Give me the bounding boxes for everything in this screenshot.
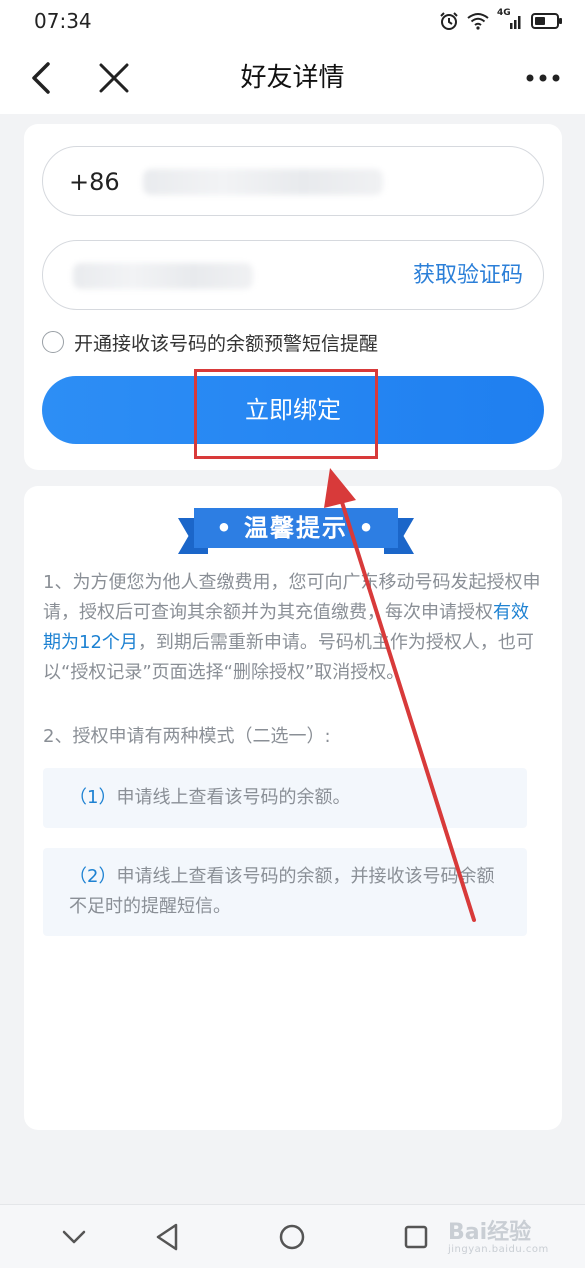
more-options-icon[interactable] — [523, 66, 563, 90]
system-nav-bar — [0, 1204, 585, 1268]
mode-1-number: （1） — [69, 787, 117, 808]
collapse-chevron-icon[interactable] — [56, 1219, 92, 1255]
binding-form-card: +86 获取验证码 开通接收该号码的余额预警短信提醒 立即绑定 — [24, 124, 562, 470]
page-title: 好友详情 — [240, 63, 345, 93]
get-verification-code-button[interactable]: 获取验证码 — [413, 241, 523, 311]
tip-1-text-a: 1、为方便您为他人查缴费用，您可向广东移动号码发起授权申请，授权后可查询其余额并… — [43, 572, 541, 623]
system-home-icon[interactable] — [274, 1219, 310, 1255]
nav-bar: 好友详情 — [0, 42, 585, 114]
country-code-prefix: +86 — [69, 168, 120, 196]
balance-alert-option[interactable]: 开通接收该号码的余额预警短信提醒 — [42, 329, 378, 355]
mode-2-box: （2）申请线上查看该号码的余额，并接收该号码余额不足时的提醒短信。 — [43, 848, 527, 936]
mode-1-text: 申请线上查看该号码的余额。 — [116, 787, 351, 808]
mode-2-number: （2） — [69, 866, 117, 887]
redacted-verification-code — [73, 263, 253, 289]
verification-code-field[interactable]: 获取验证码 — [42, 240, 544, 310]
bind-now-button[interactable]: 立即绑定 — [42, 376, 544, 444]
tips-banner: • 温馨提示 • — [178, 504, 414, 558]
mode-1-box: （1）申请线上查看该号码的余额。 — [43, 768, 527, 828]
battery-icon — [531, 13, 562, 29]
redacted-phone-number — [143, 169, 383, 195]
phone-number-field[interactable]: +86 — [42, 146, 544, 216]
balance-alert-radio[interactable] — [42, 331, 64, 353]
tips-card: • 温馨提示 • 1、为方便您为他人查缴费用，您可向广东移动号码发起授权申请，授… — [24, 486, 562, 1130]
close-icon[interactable] — [96, 60, 132, 96]
status-bar: 07:34 4G — [0, 0, 585, 42]
balance-alert-label: 开通接收该号码的余额预警短信提醒 — [74, 332, 379, 355]
status-icons: 4G — [439, 8, 563, 31]
status-time: 07:34 — [34, 9, 92, 33]
cellular-signal-icon: 4G — [497, 8, 523, 31]
tip-1: 1、为方便您为他人查缴费用，您可向广东移动号码发起授权申请，授权后可查询其余额并… — [43, 568, 543, 688]
system-recent-apps-icon[interactable] — [398, 1219, 434, 1255]
mode-2-text: 申请线上查看该号码的余额，并接收该号码余额不足时的提醒短信。 — [69, 866, 495, 917]
system-back-icon[interactable] — [150, 1219, 186, 1255]
back-arrow-icon[interactable] — [26, 60, 56, 96]
tip-2: 2、授权申请有两种模式（二选一）: — [43, 726, 331, 747]
tips-banner-title: • 温馨提示 • — [194, 508, 398, 548]
wifi-icon — [467, 13, 489, 30]
alarm-icon — [440, 12, 458, 30]
